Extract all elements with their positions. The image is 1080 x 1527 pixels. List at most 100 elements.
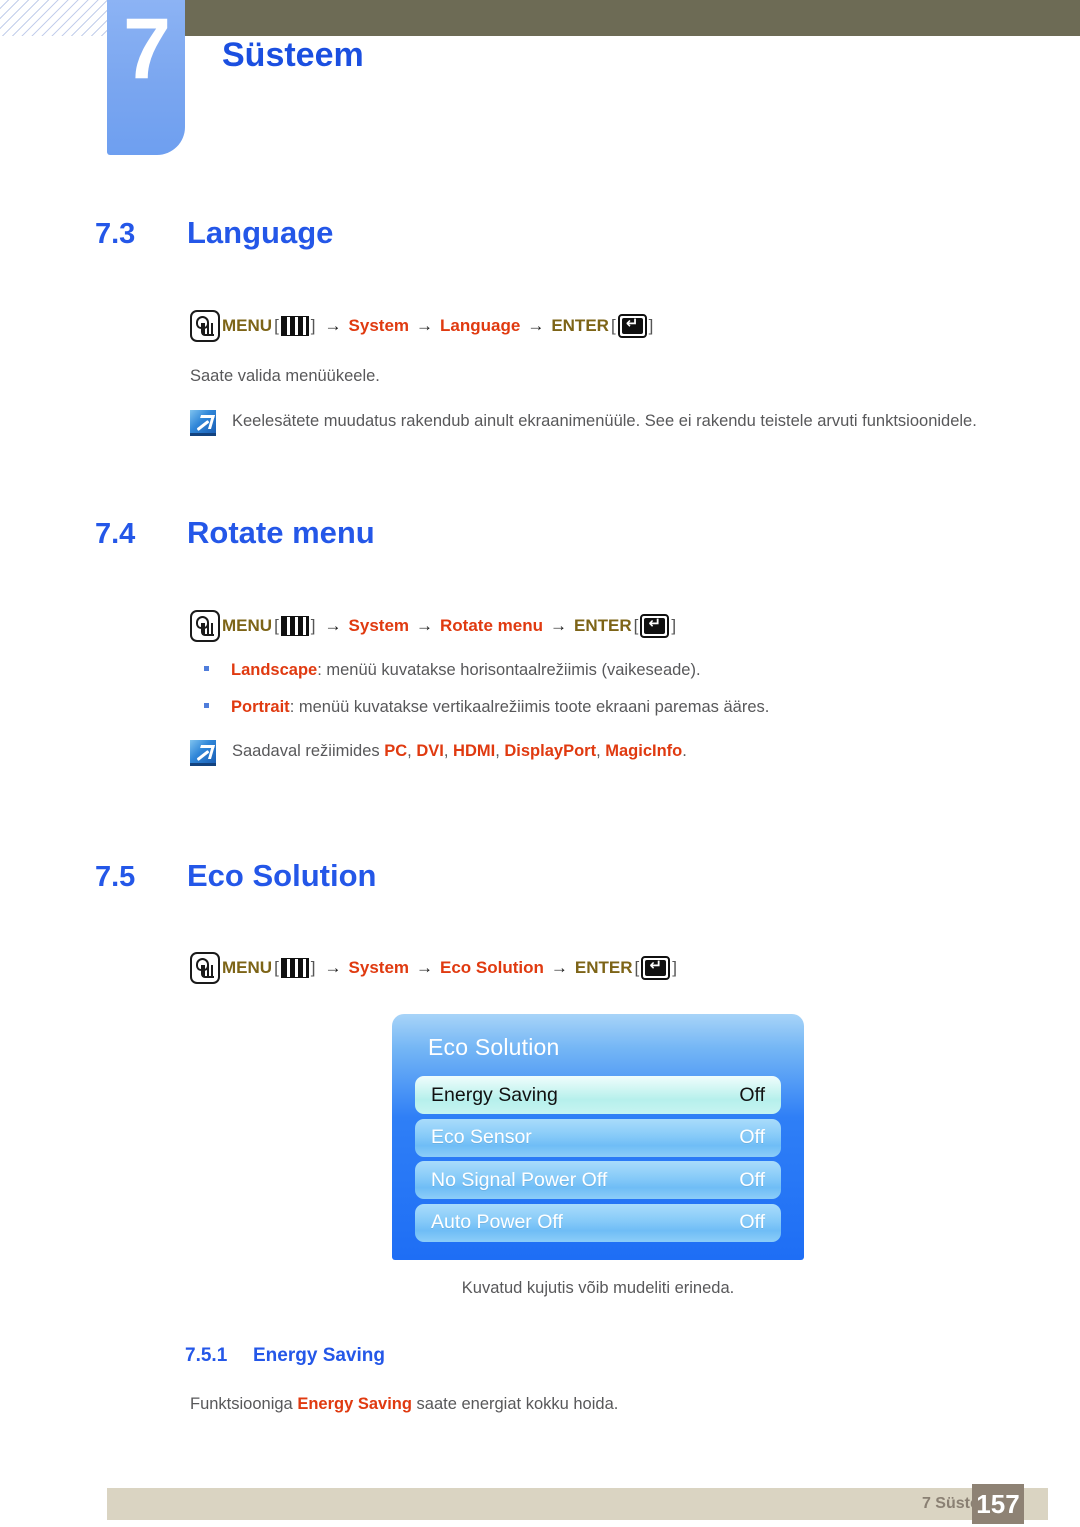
subsection-number: 7.5.1 [185,1345,228,1366]
bullet-icon [204,703,209,708]
osd-row-no-signal-power-off[interactable]: No Signal Power Off Off [415,1161,781,1199]
osd-menu-list: Energy Saving Off Eco Sensor Off No Sign… [415,1076,781,1246]
bracket-open: [ [274,616,279,635]
menu-label: MENU [222,616,273,635]
paragraph-suffix: saate energiat kokku hoida. [411,1395,619,1413]
osd-row-auto-power-off[interactable]: Auto Power Off Off [415,1203,781,1242]
menu-path-eco-solution: MENU [ ] → System → Eco Solution → ENTER… [190,952,679,984]
paragraph-language: Saate valida menüükeele. [190,367,380,385]
arrow-icon: → [324,316,342,335]
osd-panel: Eco Solution Energy Saving Off Eco Senso… [392,1014,804,1260]
bracket-close: ] [671,616,677,635]
note-icon [190,410,216,436]
enter-key-icon [617,313,647,338]
osd-title: Eco Solution [428,1034,560,1060]
enter-key-icon [641,955,671,980]
bullet-description: : menüü kuvatakse vertikaalrežiimis toot… [289,698,770,716]
menu-node-eco-solution: Eco Solution [440,958,544,977]
subsection-title: Energy Saving [253,1345,385,1366]
bracket-close: ] [672,958,677,977]
bullet-term: Portrait [231,698,290,716]
bullet-description: : menüü kuvatakse horisontaalrežiimis (v… [317,661,701,679]
section-title: Eco Solution [187,858,377,893]
note-suffix: . [682,742,687,760]
note-text: Keelesätete muudatus rakendub ainult ekr… [232,412,977,430]
section-title: Language [187,215,334,250]
osd-row-value: Off [739,1083,765,1106]
arrow-icon: → [549,616,567,635]
menu-node-language: Language [440,316,521,335]
note-prefix: Saadaval režiimides [232,742,385,760]
bracket-open: [ [274,958,279,977]
enter-key-icon [640,613,670,638]
bracket-close: ] [310,958,316,977]
osd-row-label: Energy Saving [431,1083,558,1106]
arrow-icon: → [550,958,568,977]
page-number: 157 [972,1484,1024,1524]
header-bar [185,0,1080,36]
section-heading-rotate-menu: 7.4 Rotate menu [95,515,375,551]
menu-button-icon [190,952,220,984]
note-icon [190,740,216,766]
menu-path-rotate-menu: MENU [ ] → System → Rotate menu → ENTER … [190,610,678,642]
osd-row-label: Auto Power Off [431,1211,563,1233]
osd-row-eco-sensor[interactable]: Eco Sensor Off [415,1118,781,1157]
arrow-icon: → [324,958,342,977]
osd-row-value: Off [739,1168,765,1191]
note-rotate-menu: Saadaval režiimides PC, DVI, HDMI, Displ… [190,740,890,766]
menu-label: MENU [222,316,273,335]
section-number: 7.4 [95,518,136,550]
menu-node-system: System [348,958,410,977]
bracket-open: [ [610,316,616,335]
mode-dvi: DVI [416,742,444,760]
note-language: Keelesätete muudatus rakendub ainult ekr… [190,410,1020,436]
osd-row-value: Off [739,1126,765,1148]
section-heading-eco-solution: 7.5 Eco Solution [95,858,376,894]
section-number: 7.3 [95,218,136,250]
arrow-icon: → [324,616,342,635]
menu-bars-icon [280,316,309,336]
menu-bars-icon [280,616,309,636]
paragraph-highlight: Energy Saving [297,1395,412,1413]
mode-pc: PC [384,742,408,760]
note-text: Saadaval režiimides PC, DVI, HDMI, Displ… [232,742,687,760]
osd-caption: Kuvatud kujutis võib mudeliti erineda. [461,1279,735,1297]
bracket-close: ] [310,616,316,635]
paragraph-prefix: Funktsiooniga [190,1395,298,1413]
menu-node-rotate-menu: Rotate menu [440,616,543,635]
list-item: Landscape: menüü kuvatakse horisontaalre… [204,661,701,680]
mode-magicinfo: MagicInfo [605,742,683,760]
section-number: 7.5 [95,861,136,893]
arrow-icon: → [416,316,434,335]
footer-bar [107,1488,1048,1520]
paragraph-energy-saving: Funktsiooniga Energy Saving saate energi… [190,1395,618,1414]
mode-displayport: DisplayPort [504,742,597,760]
osd-row-energy-saving[interactable]: Energy Saving Off [415,1076,781,1114]
osd-row-label: Eco Sensor [431,1126,532,1148]
arrow-icon: → [416,616,434,635]
enter-label: ENTER [573,616,632,635]
menu-button-icon [190,310,220,342]
osd-row-value: Off [739,1211,765,1233]
menu-path-language: MENU [ ] → System → Language → ENTER [ ] [190,310,655,342]
mode-hdmi: HDMI [453,742,496,760]
menu-node-system: System [348,616,410,635]
menu-label: MENU [222,958,273,977]
bullet-icon [204,666,209,671]
enter-label: ENTER [551,316,609,335]
menu-node-system: System [348,316,410,335]
bracket-close: ] [648,316,654,335]
subsection-heading-energy-saving: 7.5.1 Energy Saving [185,1345,385,1367]
chapter-number: 7 [123,1,171,97]
bullet-term: Landscape [231,661,318,679]
arrow-icon: → [416,958,434,977]
list-item: Portrait: menüü kuvatakse vertikaalrežii… [204,698,769,717]
bracket-open: [ [274,316,279,335]
menu-bars-icon [280,958,309,978]
enter-label: ENTER [574,958,633,977]
bracket-open: [ [634,958,640,977]
bracket-close: ] [310,316,316,335]
bracket-open: [ [633,616,639,635]
decorative-hatch-pattern [0,0,112,36]
chapter-title: Süsteem [222,36,364,74]
